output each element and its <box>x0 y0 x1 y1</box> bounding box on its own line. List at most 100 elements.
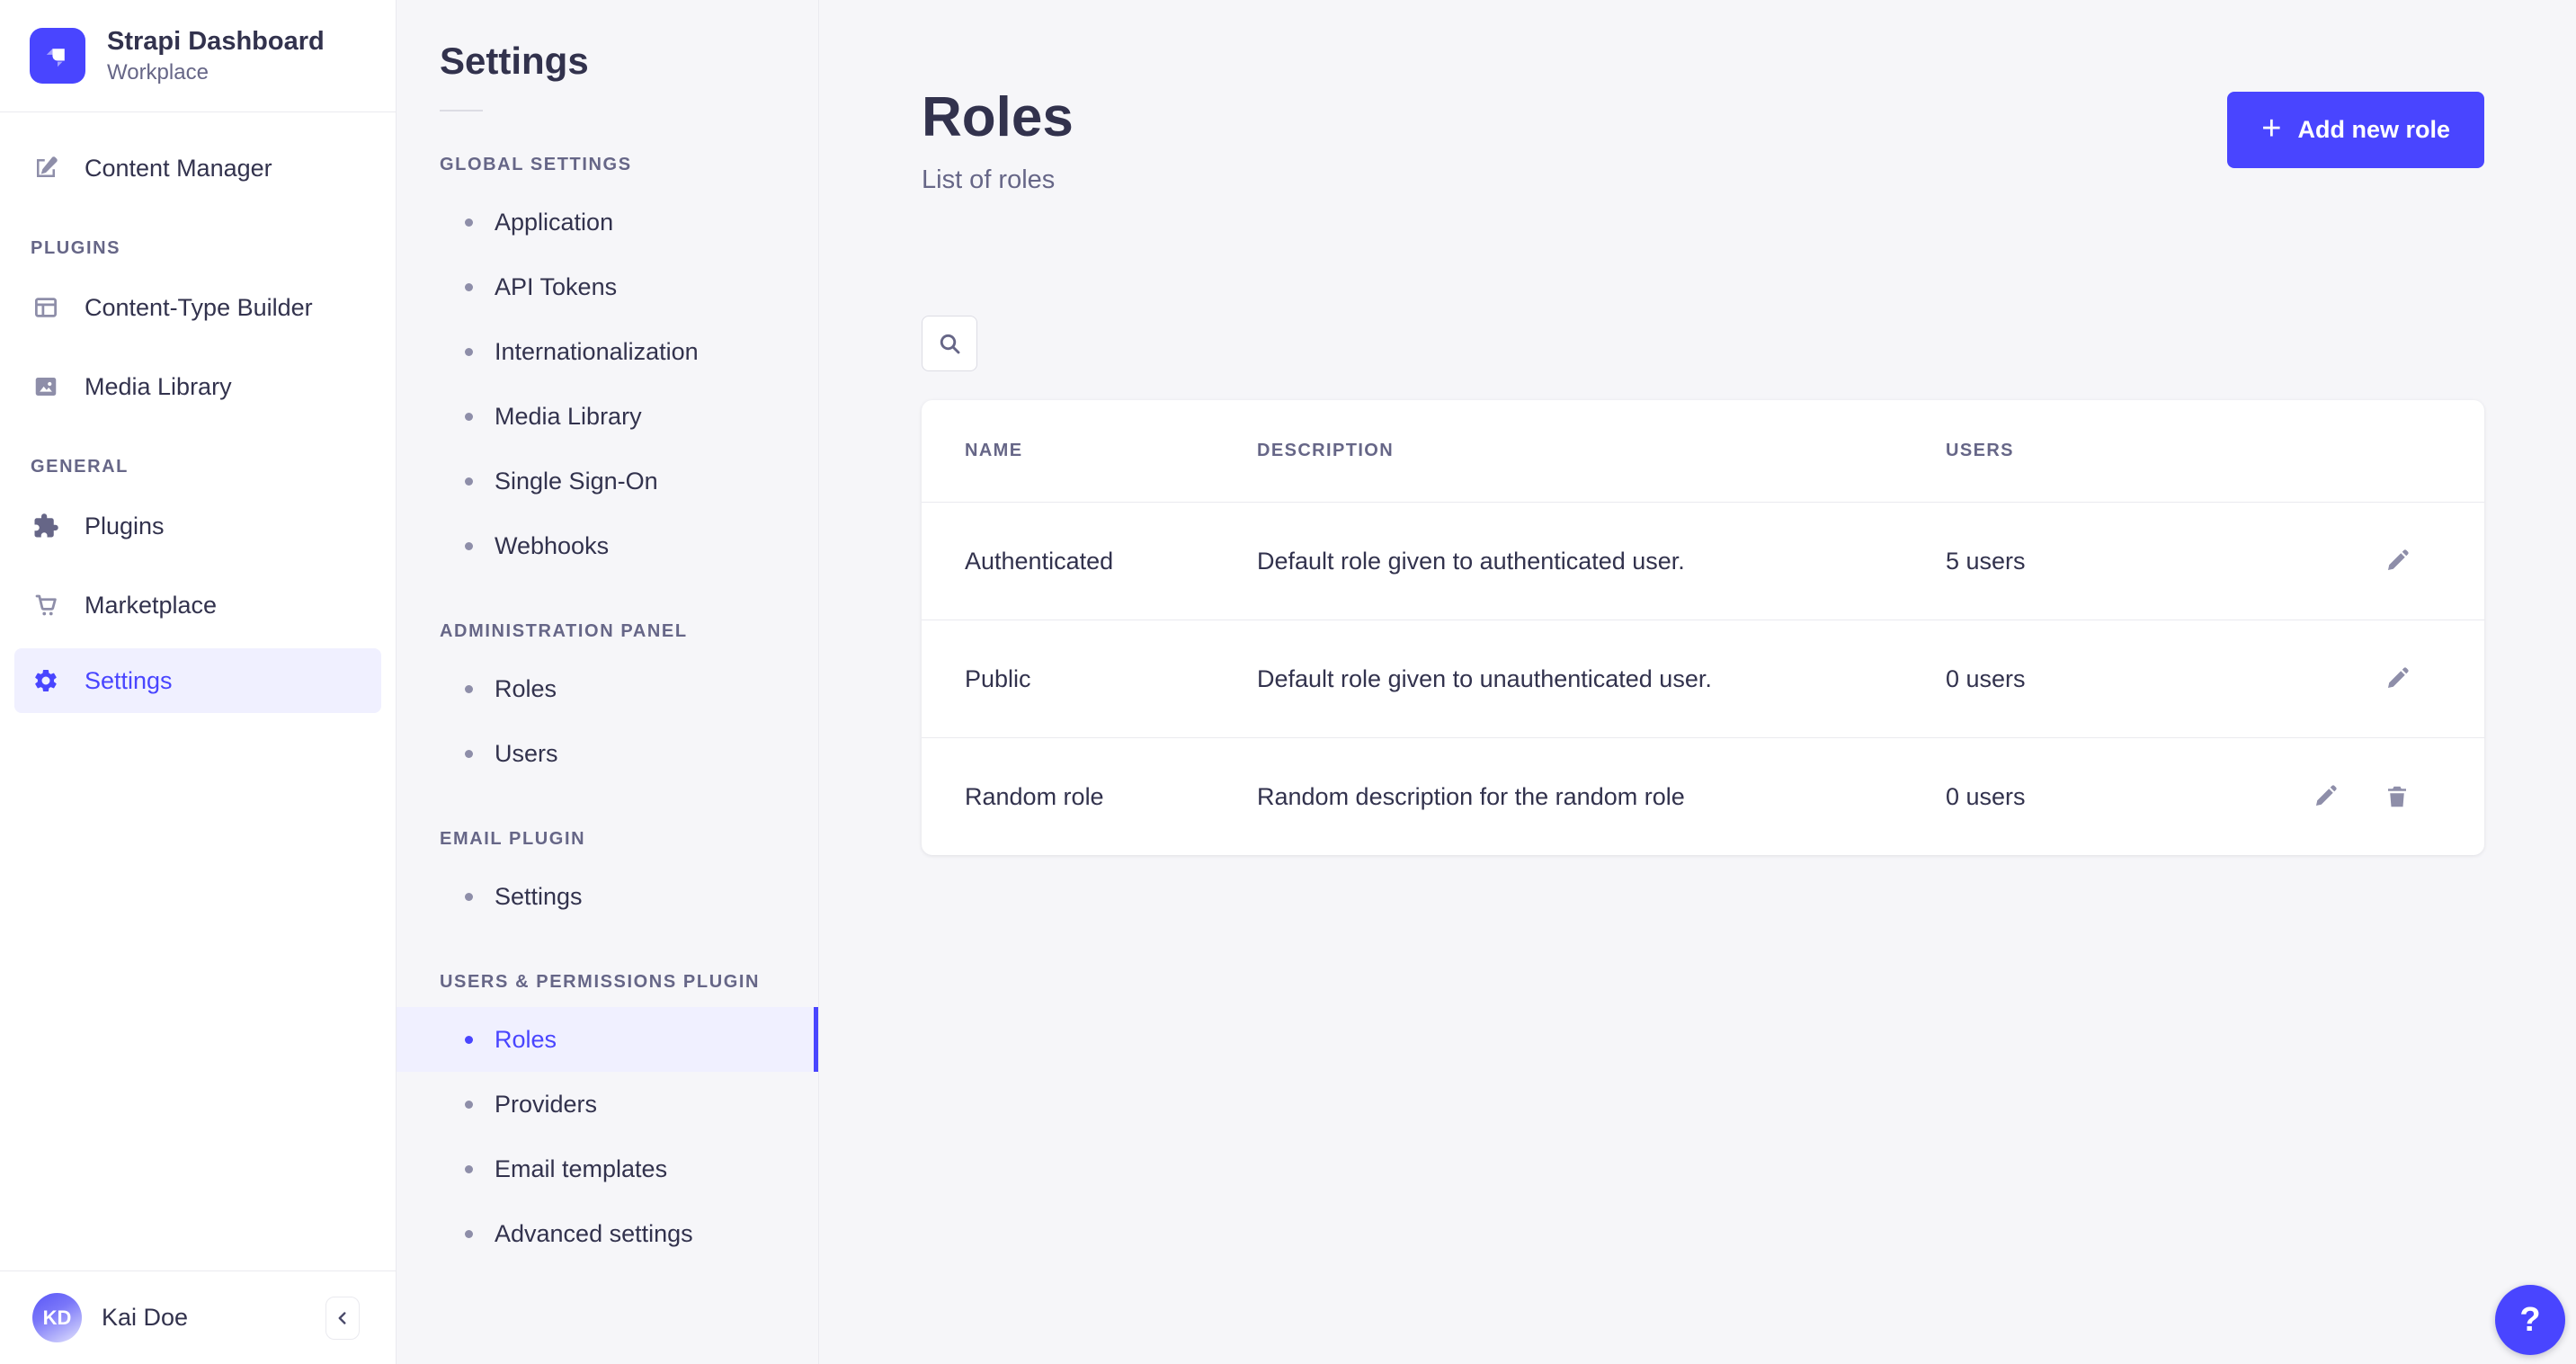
search-button[interactable] <box>922 316 977 371</box>
nav-section-general: GENERAL <box>0 457 396 477</box>
brand-text: Strapi Dashboard Workplace <box>107 25 325 86</box>
chevron-left-icon <box>333 1308 352 1328</box>
subnav-item-label: Settings <box>495 883 583 911</box>
subnav-item-label: Media Library <box>495 403 642 431</box>
column-header-description: DESCRIPTION <box>1257 441 1946 461</box>
role-name: Authenticated <box>965 548 1257 575</box>
subnav-section-label: ADMINISTRATION PANEL <box>397 621 818 642</box>
roles-table: NAME DESCRIPTION USERS Authenticated Def… <box>922 400 2484 855</box>
subnav-item-email-settings[interactable]: Settings <box>397 864 818 929</box>
sidebar-item-settings[interactable]: Settings <box>14 648 381 713</box>
subnav-section-users-permissions-plugin: USERS & PERMISSIONS PLUGIN Roles Provide… <box>397 972 818 1266</box>
role-description: Default role given to unauthenticated us… <box>1257 665 1946 693</box>
search-icon <box>936 330 963 357</box>
role-users-count: 5 users <box>1946 548 2260 575</box>
sidebar-item-label: Settings <box>85 667 173 695</box>
subnav-item-label: Application <box>495 209 613 236</box>
subnav-section-label: GLOBAL SETTINGS <box>397 155 818 175</box>
bullet-icon <box>465 1101 473 1109</box>
column-header-users: USERS <box>1946 441 2260 461</box>
collapse-sidebar-button[interactable] <box>325 1297 360 1340</box>
strapi-logo-icon <box>30 28 85 84</box>
bullet-icon <box>465 413 473 421</box>
subnav-section-label: EMAIL PLUGIN <box>397 829 818 850</box>
subnav-item-media-library[interactable]: Media Library <box>397 384 818 449</box>
subnav-item-single-sign-on[interactable]: Single Sign-On <box>397 449 818 513</box>
sidebar-item-content-manager[interactable]: Content Manager <box>0 132 396 204</box>
avatar-initials: KD <box>43 1306 72 1330</box>
sidebar-item-label: Content Manager <box>85 155 272 183</box>
column-header-name: NAME <box>965 441 1257 461</box>
bullet-icon <box>465 893 473 901</box>
table-header-row: NAME DESCRIPTION USERS <box>922 400 2484 502</box>
subnav-item-application[interactable]: Application <box>397 190 818 254</box>
subnav-item-label: Single Sign-On <box>495 468 658 495</box>
add-new-role-label: Add new role <box>2297 116 2450 144</box>
bullet-icon <box>465 542 473 550</box>
plus-icon: + <box>2261 111 2281 146</box>
settings-gear-icon <box>31 665 61 696</box>
subnav-item-admin-roles[interactable]: Roles <box>397 656 818 721</box>
subnav-section-label: USERS & PERMISSIONS PLUGIN <box>397 972 818 993</box>
edit-role-button[interactable] <box>2382 664 2412 694</box>
subnav-item-up-roles[interactable]: Roles <box>397 1007 818 1072</box>
sidebar-item-label: Content-Type Builder <box>85 294 313 322</box>
row-actions <box>2260 664 2412 694</box>
pencil-icon <box>2312 783 2339 810</box>
delete-role-button[interactable] <box>2382 781 2412 812</box>
add-new-role-button[interactable]: + Add new role <box>2227 92 2484 168</box>
subnav-item-label: Internationalization <box>495 338 699 366</box>
avatar: KD <box>32 1293 82 1342</box>
subnav-item-api-tokens[interactable]: API Tokens <box>397 254 818 319</box>
sidebar-item-content-type-builder[interactable]: Content-Type Builder <box>0 272 396 343</box>
subnav-item-up-providers[interactable]: Providers <box>397 1072 818 1137</box>
marketplace-icon <box>31 590 61 620</box>
subnav-item-label: Users <box>495 740 558 768</box>
workspace-brand[interactable]: Strapi Dashboard Workplace <box>0 0 396 112</box>
subnav-item-up-advanced-settings[interactable]: Advanced settings <box>397 1201 818 1266</box>
plugins-icon <box>31 511 61 541</box>
pencil-icon <box>2384 665 2411 692</box>
sidebar-footer: KD Kai Doe <box>0 1270 396 1364</box>
subnav-item-label: Email templates <box>495 1155 667 1183</box>
subnav-item-label: API Tokens <box>495 273 617 301</box>
table-row-random-role: Random role Random description for the r… <box>922 737 2484 855</box>
main-sidebar: Strapi Dashboard Workplace Content Manag… <box>0 0 397 1364</box>
subnav-item-internationalization[interactable]: Internationalization <box>397 319 818 384</box>
trash-icon <box>2384 783 2411 810</box>
subnav-item-label: Advanced settings <box>495 1220 693 1248</box>
table-row-authenticated: Authenticated Default role given to auth… <box>922 502 2484 620</box>
sidebar-item-marketplace[interactable]: Marketplace <box>0 569 396 641</box>
role-name: Random role <box>965 783 1257 811</box>
bullet-icon <box>465 348 473 356</box>
subnav-section-administration-panel: ADMINISTRATION PANEL Roles Users <box>397 621 818 786</box>
page-subtitle: List of roles <box>922 165 1074 195</box>
subnav-item-label: Roles <box>495 1026 557 1054</box>
subnav-header: Settings <box>397 0 818 111</box>
role-users-count: 0 users <box>1946 665 2260 693</box>
edit-role-button[interactable] <box>2310 781 2340 812</box>
subnav-section-global-settings: GLOBAL SETTINGS Application API Tokens I… <box>397 155 818 578</box>
subnav-item-admin-users[interactable]: Users <box>397 721 818 786</box>
user-menu-button[interactable]: KD Kai Doe <box>32 1293 188 1342</box>
subnav-divider <box>440 110 483 111</box>
media-library-icon <box>31 371 61 402</box>
subnav-title: Settings <box>440 40 775 83</box>
sidebar-item-media-library[interactable]: Media Library <box>0 351 396 423</box>
role-name: Public <box>965 665 1257 693</box>
content-manager-icon <box>31 153 61 183</box>
bullet-icon <box>465 218 473 227</box>
page-header: Roles List of roles + Add new role <box>819 0 2576 195</box>
workspace-title: Strapi Dashboard <box>107 25 325 58</box>
subnav-item-up-email-templates[interactable]: Email templates <box>397 1137 818 1201</box>
edit-role-button[interactable] <box>2382 546 2412 576</box>
sidebar-item-plugins[interactable]: Plugins <box>0 490 396 562</box>
user-name: Kai Doe <box>102 1304 188 1332</box>
table-row-public: Public Default role given to unauthentic… <box>922 620 2484 737</box>
subnav-item-webhooks[interactable]: Webhooks <box>397 513 818 578</box>
strapi-admin-app: Strapi Dashboard Workplace Content Manag… <box>0 0 2576 1364</box>
help-button[interactable]: ? <box>2495 1285 2565 1355</box>
subnav-item-label: Roles <box>495 675 557 703</box>
sidebar-item-label: Plugins <box>85 513 165 540</box>
subnav-section-email-plugin: EMAIL PLUGIN Settings <box>397 829 818 929</box>
